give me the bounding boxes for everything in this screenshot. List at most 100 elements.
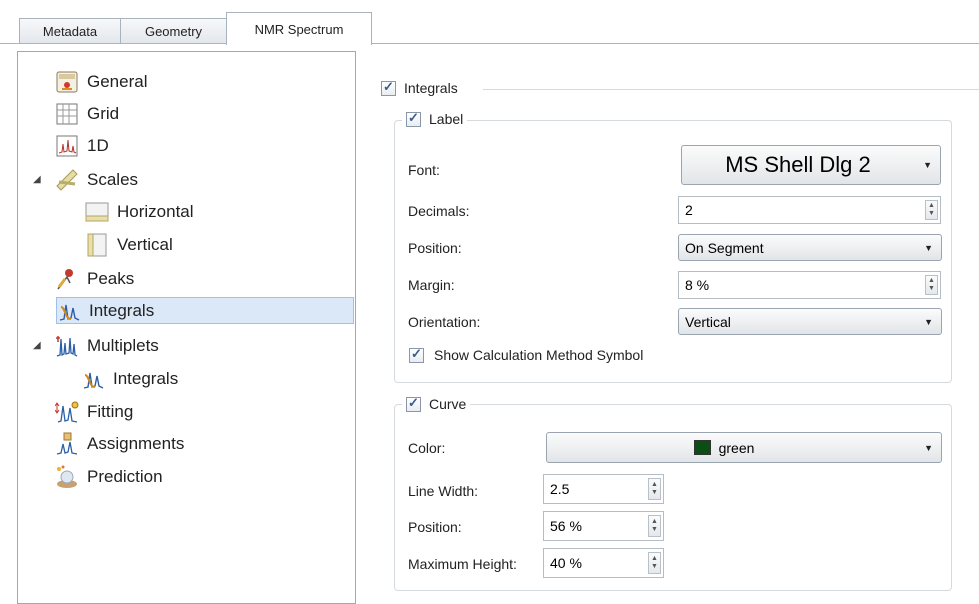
integrals-separator [483, 89, 979, 90]
tree-item-fitting[interactable]: Fitting [54, 398, 134, 425]
tree-item-multiplets[interactable]: Multiplets [55, 332, 159, 359]
vertical-ruler-icon [85, 233, 109, 257]
tree-item-label: Vertical [117, 234, 173, 254]
spin-arrows-icon[interactable]: ▲ ▼ [925, 200, 938, 220]
tree-item-assignments[interactable]: Assignments [55, 430, 184, 457]
curve-position-spinbox[interactable]: 56 % ▲ ▼ [543, 511, 664, 541]
spin-arrows-icon[interactable]: ▲ ▼ [648, 478, 661, 500]
orientation-select[interactable]: Vertical ▼ [678, 308, 942, 335]
tree-item-label: Horizontal [117, 201, 194, 221]
collapse-arrow-icon[interactable]: ◢ [33, 174, 41, 185]
tab-metadata[interactable]: Metadata [19, 18, 121, 43]
font-label: Font: [408, 162, 440, 178]
tree-item-horizontal[interactable]: Horizontal [85, 198, 194, 225]
integrals-checkbox[interactable] [381, 79, 396, 96]
tab-label: Metadata [42, 23, 98, 39]
tree-item-grid[interactable]: Grid [55, 100, 119, 127]
chevron-down-icon: ▼ [924, 442, 933, 453]
color-select[interactable]: green ▼ [546, 432, 942, 463]
tree-item-scales[interactable]: Scales [55, 166, 138, 193]
show-symbol-toggle[interactable]: Show Calculation Method Symbol [409, 346, 644, 363]
color-value: green [718, 439, 755, 456]
label-group-title: Label [429, 111, 464, 127]
tree-item-vertical[interactable]: Vertical [85, 231, 173, 258]
position-label: Position: [408, 240, 462, 256]
tree-item-label: Peaks [87, 268, 135, 288]
fitting-icon [54, 400, 79, 424]
show-symbol-label: Show Calculation Method Symbol [434, 347, 644, 363]
line-width-label: Line Width: [408, 483, 479, 499]
line-width-value: 2.5 [550, 481, 570, 497]
multiplets-icon [55, 334, 79, 358]
tree-item-label: Grid [87, 103, 120, 123]
tree-item-label: Integrals [113, 368, 179, 388]
orientation-value: Vertical [685, 313, 731, 330]
tree-item-label: Scales [87, 169, 139, 189]
tree-item-multiplet-integrals[interactable]: Integrals [81, 365, 178, 392]
spin-arrows-icon[interactable]: ▲ ▼ [925, 275, 938, 295]
tree-item-prediction[interactable]: Prediction [55, 463, 163, 490]
curve-checkbox[interactable] [406, 395, 421, 412]
font-select[interactable]: MS Shell Dlg 2 ▼ [681, 145, 941, 185]
tree-item-general[interactable]: General [55, 68, 147, 95]
tree-item-label: Multiplets [87, 335, 159, 355]
tab-bar-divider [0, 43, 979, 44]
decimals-value: 2 [685, 202, 693, 218]
integrals-toggle[interactable]: Integrals [381, 79, 458, 96]
tab-label: Geometry [144, 23, 203, 39]
orientation-label: Orientation: [408, 314, 481, 330]
tree-item-label: Assignments [87, 433, 185, 453]
chevron-down-icon: ▼ [923, 160, 932, 170]
spin-arrows-icon[interactable]: ▲ ▼ [648, 552, 661, 574]
position-value: On Segment [685, 239, 764, 256]
curve-group-title: Curve [429, 396, 467, 412]
margin-label: Margin: [408, 277, 455, 293]
tree-item-label: General [87, 71, 148, 91]
decimals-spinbox[interactable]: 2 ▲ ▼ [678, 196, 941, 224]
grid-icon [55, 102, 79, 126]
line-width-spinbox[interactable]: 2.5 ▲ ▼ [543, 474, 664, 504]
tree-item-peaks[interactable]: Peaks [55, 265, 134, 292]
color-swatch [693, 440, 711, 455]
spin-arrows-icon[interactable]: ▲ ▼ [648, 515, 661, 537]
chevron-down-icon: ▼ [924, 316, 933, 327]
integrals-icon [81, 367, 105, 391]
assignments-icon [55, 432, 79, 456]
tab-geometry[interactable]: Geometry [120, 18, 227, 43]
horizontal-ruler-icon [85, 200, 109, 224]
tree-item-integrals[interactable]: Integrals [56, 297, 354, 324]
ruler-icon [55, 168, 79, 192]
label-checkbox[interactable] [406, 110, 421, 127]
title-icon [55, 70, 79, 94]
tree-item-1d[interactable]: 1D [55, 132, 109, 159]
tree-item-label: Fitting [87, 401, 134, 421]
tree-item-label: Integrals [89, 300, 155, 320]
position-select[interactable]: On Segment ▼ [678, 234, 942, 261]
curve-position-value: 56 % [550, 518, 582, 534]
decimals-label: Decimals: [408, 203, 470, 219]
spectrum-1d-icon [55, 134, 79, 158]
margin-value: 8 % [685, 277, 710, 293]
label-toggle[interactable]: Label [402, 110, 468, 127]
peaks-icon [55, 267, 79, 291]
tree-item-label: 1D [87, 135, 109, 155]
collapse-arrow-icon[interactable]: ◢ [33, 340, 41, 351]
font-value: MS Shell Dlg 2 [725, 152, 871, 177]
show-symbol-checkbox[interactable] [409, 346, 424, 363]
max-height-value: 40 % [550, 555, 582, 571]
max-height-label: Maximum Height: [408, 556, 517, 572]
settings-tree[interactable]: General Grid 1D ◢ Scales Horizontal Vert… [17, 51, 356, 604]
margin-spinbox[interactable]: 8 % ▲ ▼ [678, 271, 941, 299]
chevron-down-icon: ▼ [924, 242, 933, 253]
max-height-spinbox[interactable]: 40 % ▲ ▼ [543, 548, 664, 578]
color-label: Color: [408, 440, 446, 456]
tree-item-label: Prediction [87, 466, 163, 486]
tab-label: NMR Spectrum [254, 21, 344, 37]
prediction-icon [55, 465, 79, 489]
integrals-icon [57, 299, 81, 323]
curve-position-label: Position: [408, 519, 462, 535]
tab-bar: Metadata Geometry NMR Spectrum [0, 0, 979, 45]
curve-toggle[interactable]: Curve [402, 395, 471, 412]
integrals-title: Integrals [404, 80, 458, 96]
tab-nmr-spectrum[interactable]: NMR Spectrum [226, 12, 372, 45]
